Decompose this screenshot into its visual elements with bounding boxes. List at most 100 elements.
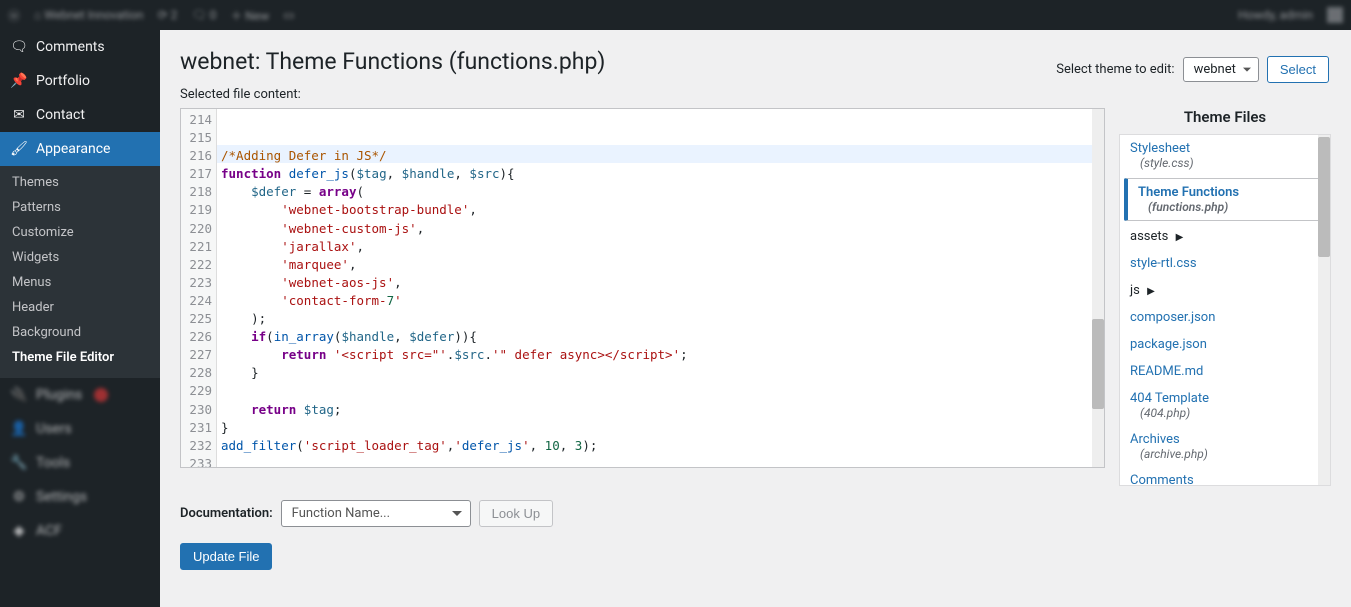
tree-item-filename: (style.css)	[1140, 156, 1320, 170]
tree-item-label: Archives	[1130, 432, 1180, 447]
selected-file-content-label: Selected file content:	[180, 87, 1331, 102]
tree-item-filename: (404.php)	[1140, 406, 1320, 420]
tree-item-label: Theme Functions	[1138, 185, 1239, 200]
tree-item-label: assets	[1130, 229, 1168, 244]
tree-scrollbar-thumb[interactable]	[1318, 137, 1330, 257]
plugin-update-badge	[94, 388, 108, 402]
chevron-right-icon: ▶	[1147, 286, 1155, 297]
tree-item-label: composer.json	[1130, 310, 1215, 325]
tree-item-404-template[interactable]: 404 Template(404.php)	[1120, 385, 1330, 426]
code-editor[interactable]: 2142152162172182192202212222232242252262…	[180, 108, 1105, 468]
tree-scrollbar-track[interactable]	[1318, 135, 1330, 485]
tools-icon: 🔧	[10, 454, 28, 472]
submenu-patterns[interactable]: Patterns	[0, 195, 160, 220]
code-scrollbar-thumb[interactable]	[1092, 319, 1104, 409]
menu-contact[interactable]: ✉ Contact	[0, 98, 160, 132]
menu-acf[interactable]: ◆ ACF	[0, 514, 160, 548]
menu-label: Tools	[36, 455, 70, 471]
menu-settings[interactable]: ⚙ Settings	[0, 480, 160, 514]
menu-tools[interactable]: 🔧 Tools	[0, 446, 160, 480]
tree-item-filename: (archive.php)	[1140, 447, 1320, 461]
theme-select-label: Select theme to edit:	[1056, 62, 1174, 77]
tree-item-theme-functions[interactable]: Theme Functions(functions.php)	[1124, 178, 1326, 221]
contact-icon: ✉	[10, 106, 28, 124]
tree-item-label: Comments	[1130, 473, 1194, 486]
site-name[interactable]: ⌂ Webnet Innovation	[34, 8, 144, 22]
admin-bar-right: Howdy, admin	[1238, 7, 1343, 23]
new-content[interactable]: ＋ New	[230, 7, 269, 24]
submenu-theme-file-editor[interactable]: Theme File Editor	[0, 345, 160, 370]
code-content[interactable]: /*Adding Defer in JS*/function defer_js(…	[217, 109, 1104, 467]
documentation-label: Documentation:	[180, 506, 273, 521]
users-icon: 👤	[10, 420, 28, 438]
menu-plugins[interactable]: 🔌 Plugins	[0, 378, 160, 412]
external-icon[interactable]: ▭	[283, 8, 294, 22]
menu-label: Comments	[36, 39, 105, 55]
tree-item-stylesheet[interactable]: Stylesheet(style.css)	[1120, 135, 1330, 176]
settings-icon: ⚙	[10, 488, 28, 506]
theme-files-heading: Theme Files	[1119, 108, 1331, 126]
tree-item-comments[interactable]: Comments	[1120, 467, 1330, 486]
menu-label: Appearance	[36, 141, 110, 157]
tree-item-label: 404 Template	[1130, 391, 1209, 406]
submenu-background[interactable]: Background	[0, 320, 160, 345]
main-content: Select theme to edit: webnet Select webn…	[160, 30, 1351, 607]
howdy-user[interactable]: Howdy, admin	[1238, 8, 1313, 22]
theme-files-list[interactable]: Stylesheet(style.css)Theme Functions(fun…	[1119, 134, 1331, 486]
acf-icon: ◆	[10, 522, 28, 540]
home-icon: ⌂	[34, 8, 41, 22]
tree-item-js[interactable]: js ▶	[1120, 277, 1330, 304]
select-theme-button[interactable]: Select	[1267, 56, 1329, 83]
appearance-submenu: Themes Patterns Customize Widgets Menus …	[0, 166, 160, 378]
submenu-themes[interactable]: Themes	[0, 170, 160, 195]
menu-blurred-section: 🔌 Plugins 👤 Users 🔧 Tools ⚙ Settings ◆ A…	[0, 378, 160, 548]
theme-select-dropdown[interactable]: webnet	[1183, 57, 1259, 82]
menu-comments[interactable]: 🗨 Comments	[0, 30, 160, 64]
tree-item-filename: (functions.php)	[1148, 200, 1315, 214]
admin-bar: ⓦ ⌂ Webnet Innovation ⟳ 2 🗨 0 ＋ New ▭ Ho…	[0, 0, 1351, 30]
wp-logo-icon[interactable]: ⓦ	[8, 7, 20, 24]
theme-select-row: Select theme to edit: webnet Select	[1056, 56, 1329, 83]
admin-sidebar: 🗨 Comments 📌 Portfolio ✉ Contact 🖌 Appea…	[0, 30, 160, 607]
submenu-widgets[interactable]: Widgets	[0, 245, 160, 270]
menu-label: ACF	[36, 523, 62, 539]
theme-files-panel: Theme Files Stylesheet(style.css)Theme F…	[1119, 108, 1331, 486]
tree-item-style-rtl-css[interactable]: style-rtl.css	[1120, 250, 1330, 277]
documentation-row: Documentation: Function Name... Look Up	[180, 500, 1331, 527]
tree-item-label: style-rtl.css	[1130, 256, 1197, 271]
menu-label: Portfolio	[36, 73, 90, 89]
update-file-button[interactable]: Update File	[180, 543, 272, 570]
submenu-menus[interactable]: Menus	[0, 270, 160, 295]
menu-label: Users	[36, 421, 72, 437]
tree-item-label: Stylesheet	[1130, 141, 1190, 156]
menu-label: Contact	[36, 107, 85, 123]
lookup-button[interactable]: Look Up	[479, 500, 553, 527]
comments-indicator[interactable]: 🗨 0	[191, 8, 216, 22]
portfolio-icon: 📌	[10, 72, 28, 90]
avatar[interactable]	[1327, 7, 1343, 23]
tree-item-archives[interactable]: Archives(archive.php)	[1120, 426, 1330, 467]
tree-item-label: js	[1130, 283, 1140, 298]
theme-select-value: webnet	[1194, 62, 1236, 77]
code-gutter: 2142152162172182192202212222232242252262…	[181, 109, 217, 467]
submenu-customize[interactable]: Customize	[0, 220, 160, 245]
menu-appearance[interactable]: 🖌 Appearance	[0, 132, 160, 166]
code-scrollbar-track[interactable]	[1092, 109, 1104, 467]
tree-item-composer-json[interactable]: composer.json	[1120, 304, 1330, 331]
chevron-right-icon: ▶	[1176, 232, 1184, 243]
menu-portfolio[interactable]: 📌 Portfolio	[0, 64, 160, 98]
tree-item-readme-md[interactable]: README.md	[1120, 358, 1330, 385]
tree-item-assets[interactable]: assets ▶	[1120, 223, 1330, 250]
comments-icon: 🗨	[10, 38, 28, 56]
submenu-header[interactable]: Header	[0, 295, 160, 320]
tree-item-package-json[interactable]: package.json	[1120, 331, 1330, 358]
menu-label: Settings	[36, 489, 87, 505]
updates-indicator[interactable]: ⟳ 2	[158, 8, 178, 22]
tree-item-label: README.md	[1130, 364, 1203, 379]
documentation-select-value: Function Name...	[292, 506, 390, 521]
plugins-icon: 🔌	[10, 386, 28, 404]
appearance-icon: 🖌	[10, 140, 28, 158]
menu-label: Plugins	[36, 387, 82, 403]
menu-users[interactable]: 👤 Users	[0, 412, 160, 446]
documentation-select[interactable]: Function Name...	[281, 500, 471, 527]
